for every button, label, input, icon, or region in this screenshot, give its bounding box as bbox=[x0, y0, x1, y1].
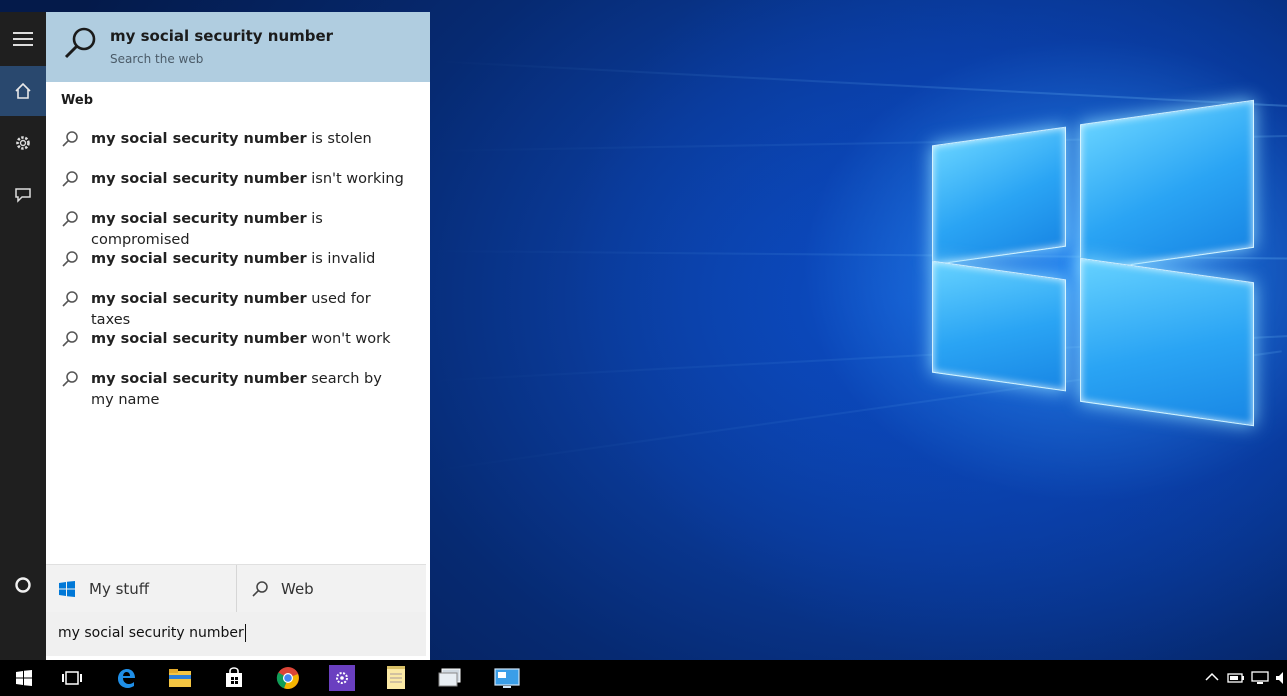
chrome-icon bbox=[276, 667, 299, 689]
start-rail bbox=[0, 12, 46, 660]
network-icon[interactable] bbox=[1251, 671, 1269, 685]
search-icon bbox=[62, 131, 78, 147]
task-view-button[interactable] bbox=[48, 660, 96, 696]
media-button[interactable] bbox=[426, 660, 474, 696]
start-button[interactable] bbox=[0, 660, 48, 696]
suggestion-bold: my social security number bbox=[91, 211, 307, 227]
suggestion-rest: is stolen bbox=[306, 131, 372, 147]
search-panel: my social security number Search the web… bbox=[46, 12, 430, 660]
suggestion-bold: my social security number bbox=[91, 131, 307, 147]
chevron-up-icon[interactable] bbox=[1205, 672, 1219, 682]
tab-my-stuff[interactable]: My stuff bbox=[46, 565, 236, 613]
remote-desktop-icon bbox=[494, 668, 520, 688]
suggestion-bold: my social security number bbox=[91, 171, 307, 187]
windows-logo-icon bbox=[59, 581, 75, 597]
suggestion-rest: won't work bbox=[306, 331, 391, 347]
search-icon bbox=[62, 171, 78, 187]
home-icon bbox=[15, 82, 31, 99]
settings-icon bbox=[16, 136, 30, 150]
task-view-icon bbox=[62, 671, 82, 685]
search-input-value: my social security number bbox=[58, 625, 244, 641]
edge-icon bbox=[118, 669, 135, 688]
file-explorer-button[interactable] bbox=[156, 660, 204, 696]
store-button[interactable] bbox=[210, 660, 258, 696]
search-icon bbox=[62, 331, 78, 347]
suggestion-bold: my social security number bbox=[91, 291, 307, 307]
media-icon bbox=[438, 668, 461, 687]
volume-icon[interactable] bbox=[1275, 671, 1287, 685]
cortana-circle-icon bbox=[15, 577, 31, 593]
chrome-button[interactable] bbox=[264, 660, 312, 696]
system-tray bbox=[1197, 660, 1287, 696]
store-icon bbox=[226, 667, 242, 687]
search-icon bbox=[64, 27, 96, 59]
battery-icon[interactable] bbox=[1227, 672, 1245, 684]
suggestion-bold: my social security number bbox=[91, 251, 307, 267]
tab-web[interactable]: Web bbox=[236, 565, 427, 613]
tab-my-stuff-label: My stuff bbox=[89, 580, 150, 598]
search-icon bbox=[62, 371, 78, 387]
section-heading: Web bbox=[61, 93, 93, 108]
settings-button[interactable] bbox=[0, 118, 46, 168]
top-result-subtitle: Search the web bbox=[110, 52, 204, 66]
edge-button[interactable] bbox=[102, 660, 150, 696]
windows-logo-icon bbox=[16, 670, 32, 686]
search-icon bbox=[252, 581, 268, 597]
cortana-button[interactable] bbox=[0, 560, 46, 610]
visual-studio-button[interactable] bbox=[318, 660, 366, 696]
file-explorer-icon bbox=[169, 669, 191, 687]
menu-icon bbox=[13, 32, 33, 46]
feedback-icon bbox=[15, 188, 31, 203]
text-caret bbox=[244, 624, 246, 642]
suggestion-bold: my social security number bbox=[91, 331, 307, 347]
search-icon bbox=[62, 251, 78, 267]
notepad-icon bbox=[387, 666, 405, 689]
suggestion-bold: my social security number bbox=[91, 371, 307, 387]
suggestion-rest: is invalid bbox=[306, 251, 376, 267]
top-result-title: my social security number bbox=[110, 27, 334, 45]
search-input[interactable]: my social security number bbox=[46, 612, 426, 656]
feedback-button[interactable] bbox=[0, 170, 46, 220]
menu-button[interactable] bbox=[0, 14, 46, 64]
visual-studio-icon bbox=[329, 665, 355, 691]
suggestion-rest: isn't working bbox=[306, 171, 404, 187]
home-button[interactable] bbox=[0, 66, 46, 116]
top-result[interactable]: my social security number Search the web bbox=[46, 12, 430, 82]
tab-web-label: Web bbox=[281, 580, 314, 598]
search-icon bbox=[62, 291, 78, 307]
remote-desktop-button[interactable] bbox=[483, 660, 531, 696]
search-scope-bar: My stuff Web bbox=[46, 564, 426, 613]
notepad-button[interactable] bbox=[372, 660, 420, 696]
search-icon bbox=[62, 211, 78, 227]
taskbar bbox=[0, 660, 1287, 696]
